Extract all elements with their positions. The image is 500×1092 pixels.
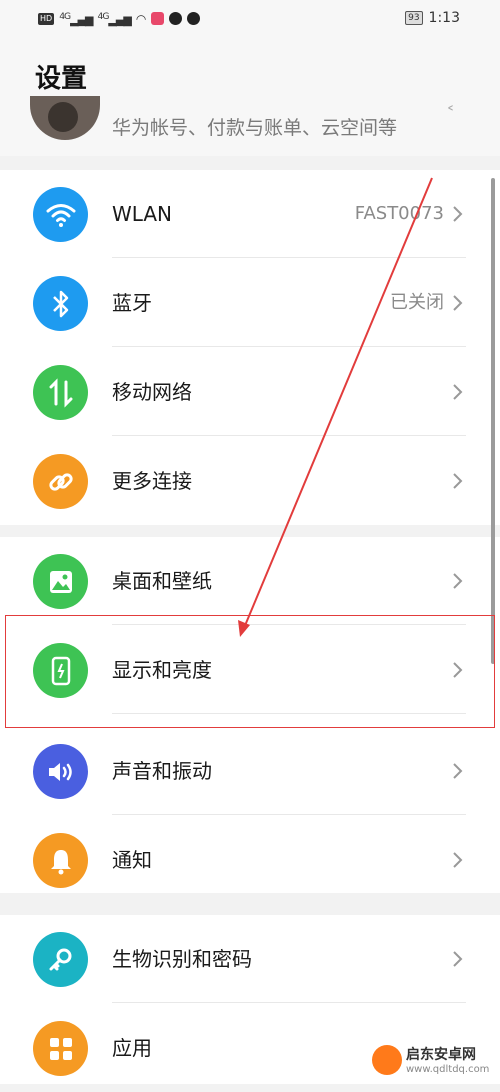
chevron-right-icon bbox=[453, 473, 463, 489]
clock: 1:13 bbox=[428, 10, 460, 26]
item-label: 声音和振动 bbox=[112, 759, 212, 783]
settings-item-wlan[interactable]: WLAN FAST0073 bbox=[0, 170, 500, 258]
link-icon bbox=[33, 454, 88, 509]
wallpaper-icon bbox=[33, 554, 88, 609]
settings-group-connectivity: WLAN FAST0073 蓝牙 已关闭 移动网络 更多连接 bbox=[0, 170, 500, 525]
watermark: 启东安卓网 www.qdltdq.com bbox=[372, 1044, 489, 1075]
chevron-right-icon bbox=[453, 573, 463, 589]
settings-item-wallpaper[interactable]: 桌面和壁纸 bbox=[0, 537, 500, 625]
item-value: FAST0073 bbox=[354, 203, 444, 224]
wifi-status-icon: ◠ bbox=[135, 11, 147, 26]
watermark-logo-icon bbox=[372, 1044, 402, 1075]
watermark-url: www.qdltdq.com bbox=[406, 1064, 490, 1075]
app-notification-icon bbox=[187, 12, 201, 26]
page-title: 设置 bbox=[35, 64, 88, 94]
speaker-icon bbox=[33, 744, 88, 799]
settings-item-notifications[interactable]: 通知 bbox=[0, 816, 500, 904]
scrollbar[interactable] bbox=[491, 178, 495, 664]
chevron-right-icon bbox=[453, 206, 463, 222]
item-label: 蓝牙 bbox=[112, 291, 152, 315]
status-icons-right: 93 1:13 bbox=[405, 10, 460, 26]
key-icon bbox=[33, 932, 88, 987]
signal-icon: 4G▂▄▆ bbox=[97, 11, 132, 27]
app-notification-icon bbox=[169, 12, 183, 26]
bell-icon bbox=[33, 833, 88, 888]
settings-item-sound-vibration[interactable]: 声音和振动 bbox=[0, 727, 500, 815]
item-label: 生物识别和密码 bbox=[112, 947, 252, 971]
settings-item-mobile-network[interactable]: 移动网络 bbox=[0, 348, 500, 436]
chevron-right-icon: ˂ bbox=[446, 104, 455, 125]
bluetooth-icon bbox=[33, 276, 88, 331]
item-value: 已关闭 bbox=[390, 292, 444, 313]
item-label: 更多连接 bbox=[112, 469, 192, 493]
item-label: 应用 bbox=[112, 1036, 152, 1060]
watermark-brand: 启东安卓网 bbox=[406, 1047, 476, 1063]
chevron-right-icon bbox=[453, 852, 463, 868]
chevron-right-icon bbox=[453, 295, 463, 311]
status-bar: HD 4G▂▄▆ 4G▂▄▆ ◠ 93 1:13 bbox=[0, 0, 500, 38]
chevron-right-icon bbox=[453, 951, 463, 967]
item-label: 通知 bbox=[112, 848, 152, 872]
wifi-icon bbox=[33, 187, 88, 242]
item-label: 移动网络 bbox=[112, 380, 192, 404]
battery-icon: 93 bbox=[405, 11, 423, 25]
item-label: WLAN bbox=[112, 202, 173, 226]
signal-icon: 4G▂▄▆ bbox=[59, 11, 93, 27]
apps-icon bbox=[33, 1021, 88, 1076]
annotation-highlight-box bbox=[5, 615, 495, 728]
account-subtitle[interactable]: 华为帐号、付款与账单、云空间等 bbox=[112, 113, 397, 140]
mobile-data-icon bbox=[33, 365, 88, 420]
settings-item-more-connections[interactable]: 更多连接 bbox=[0, 437, 500, 525]
chevron-right-icon bbox=[453, 763, 463, 779]
hd-indicator: HD bbox=[38, 12, 55, 25]
settings-item-bluetooth[interactable]: 蓝牙 已关闭 bbox=[0, 259, 500, 347]
app-notification-icon bbox=[151, 12, 165, 26]
status-icons-left: HD 4G▂▄▆ 4G▂▄▆ ◠ bbox=[38, 11, 201, 27]
item-label: 桌面和壁纸 bbox=[112, 569, 212, 593]
chevron-right-icon bbox=[453, 384, 463, 400]
settings-item-biometrics-password[interactable]: 生物识别和密码 bbox=[0, 915, 500, 1003]
